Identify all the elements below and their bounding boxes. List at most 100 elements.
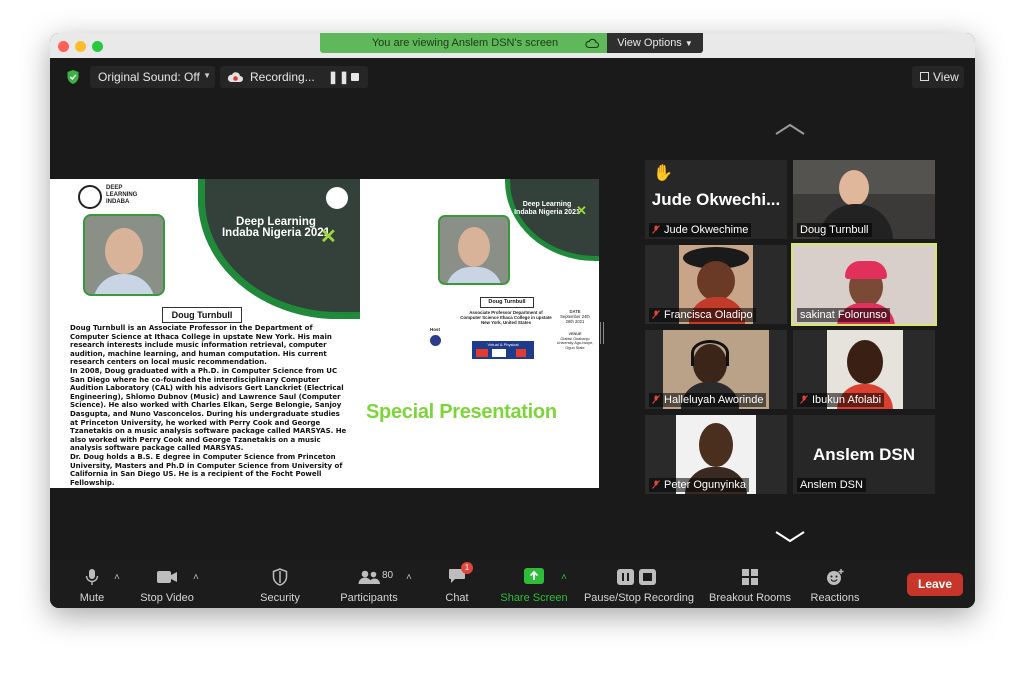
event-date: DATE September 24th 26th 2021: [558, 309, 592, 324]
chevron-down-icon[interactable]: [774, 531, 806, 543]
participant-tile[interactable]: Ibukun Afolabi: [793, 330, 935, 409]
meeting-toolbar: Mute ˄ Stop Video ˄ Security 80 Particip…: [50, 560, 975, 608]
platform-badges: Virtual & Physical: [472, 341, 534, 359]
view-button[interactable]: View: [912, 66, 964, 88]
speaker-name-label: Doug Turnbull: [162, 307, 242, 323]
shield-check-icon[interactable]: [66, 69, 80, 85]
split-divider-handle[interactable]: [600, 322, 604, 344]
stop-icon: [639, 569, 656, 585]
speaker-photo-small: [438, 215, 510, 285]
date-value: September 24th 26th 2021: [560, 314, 590, 324]
participant-tile[interactable]: Francisca Oladipo: [645, 245, 787, 324]
bio-paragraph: In 2008, Doug graduated with a Ph.D. in …: [70, 366, 347, 453]
breakout-rooms-icon: [742, 569, 758, 585]
breakout-rooms-label: Breakout Rooms: [709, 592, 791, 604]
pause-stop-recording-button[interactable]: Pause/Stop Recording: [581, 560, 697, 608]
zoom-logo-icon: [492, 349, 506, 357]
participants-button[interactable]: 80 Participants: [334, 560, 404, 608]
event-title-small: Deep Learning Indaba Nigeria 2021: [514, 201, 580, 216]
recording-label: Recording...: [250, 70, 315, 84]
venue-value: Olabisi Onabanjo University Ago-Iwoye, O…: [556, 336, 594, 350]
participant-tile-active-speaker[interactable]: sakinat Folorunso: [791, 243, 937, 326]
mute-label: Mute: [79, 592, 105, 604]
zoom-window-button[interactable]: [92, 41, 103, 52]
participant-tile[interactable]: Halleluyah Aworinde: [645, 330, 787, 409]
participant-name: Peter Ogunyinka: [649, 478, 749, 492]
chevron-up-icon[interactable]: ˄: [114, 572, 120, 583]
view-options-label: View Options: [617, 37, 682, 49]
participant-name: Francisca Oladipo: [649, 308, 756, 322]
view-options-button[interactable]: View Options ▼: [607, 33, 703, 53]
banner-text: You are viewing Anslem DSN's screen: [371, 37, 559, 49]
x-mark-icon: ✕: [576, 203, 587, 218]
mic-muted-icon: [652, 225, 660, 234]
mode-label: Virtual & Physical: [487, 342, 519, 347]
participant-name-text: Peter Ogunyinka: [664, 479, 746, 491]
stop-video-button[interactable]: Stop Video: [136, 560, 198, 608]
cloud-record-icon: [227, 72, 243, 82]
participant-tile[interactable]: Anslem DSN Anslem DSN: [793, 415, 935, 494]
close-window-button[interactable]: [58, 41, 69, 52]
reactions-button[interactable]: Reactions: [805, 560, 865, 608]
participant-tile[interactable]: Doug Turnbull: [793, 160, 935, 239]
original-sound-label: Original Sound: Off: [98, 70, 200, 84]
mic-muted-icon: [652, 395, 660, 404]
mic-muted-icon: [652, 310, 660, 319]
share-screen-button[interactable]: Share Screen: [498, 560, 570, 608]
recording-indicator: Recording... ❚❚: [220, 66, 368, 88]
participant-name-text: sakinat Folorunso: [800, 309, 887, 321]
reactions-label: Reactions: [810, 592, 860, 604]
speaker-bio: Doug Turnbull is an Associate Professor …: [70, 324, 350, 487]
speaker-photo: [83, 214, 165, 296]
participant-video: [839, 170, 869, 206]
minimize-window-button[interactable]: [75, 41, 86, 52]
participant-name-text: Anslem DSN: [800, 479, 863, 491]
share-screen-label: Share Screen: [500, 592, 568, 604]
chevron-down-icon: ▼: [684, 39, 693, 48]
chat-label: Chat: [445, 592, 469, 604]
chevron-up-icon[interactable]: ˄: [406, 572, 412, 583]
microphone-icon: [85, 569, 99, 585]
chevron-up-icon[interactable]: ˄: [561, 572, 567, 583]
bio-paragraph: Dr. Doug holds a B.S. E degree in Comput…: [70, 452, 343, 487]
screen-share-banner: You are viewing Anslem DSN's screen View…: [320, 33, 703, 53]
layout-icon: [920, 72, 929, 81]
breakout-rooms-button[interactable]: Breakout Rooms: [705, 560, 795, 608]
indaba-logo-text: DEEP LEARNING INDABA: [106, 185, 138, 205]
participant-name-text: Halleluyah Aworinde: [664, 394, 764, 406]
security-label: Security: [260, 592, 300, 604]
pause-icon: [617, 569, 634, 585]
mute-button[interactable]: Mute: [72, 560, 112, 608]
reactions-smiley-icon: [827, 569, 844, 585]
slide-dark-banner: [505, 179, 599, 261]
pause-icon[interactable]: ❚❚: [328, 70, 350, 84]
shared-slide-left: DEEP LEARNING INDABA Deep Learning Indab…: [50, 179, 360, 488]
leave-button[interactable]: Leave: [907, 573, 963, 596]
security-button[interactable]: Security: [250, 560, 310, 608]
participant-name: Halleluyah Aworinde: [649, 393, 767, 407]
participant-display-name: Anslem DSN: [812, 445, 916, 464]
participants-icon: [358, 570, 380, 584]
chevron-up-icon[interactable]: ˄: [193, 572, 199, 583]
chevron-up-icon[interactable]: [774, 123, 806, 135]
bio-paragraph: Doug Turnbull is an Associate Professor …: [70, 324, 332, 367]
event-title: Deep Learning Indaba Nigeria 2021: [221, 216, 331, 239]
host-label: Host: [430, 327, 440, 332]
share-screen-icon: [524, 568, 544, 584]
video-camera-icon: [157, 571, 177, 583]
participant-name: sakinat Folorunso: [797, 308, 890, 322]
original-sound-button[interactable]: Original Sound: Off ▼: [90, 66, 215, 88]
indaba-logo-small-icon: [326, 187, 348, 209]
participant-tile[interactable]: Peter Ogunyinka: [645, 415, 787, 494]
participant-name: Anslem DSN: [797, 478, 866, 492]
shared-slide-right: Deep Learning Indaba Nigeria 2021 ✕ Doug…: [360, 179, 599, 488]
mic-muted-icon: [652, 480, 660, 489]
chat-button[interactable]: 1 Chat: [435, 560, 479, 608]
participant-display-name: Jude Okwechi...: [651, 190, 781, 209]
stop-icon[interactable]: [351, 73, 359, 81]
participant-tile[interactable]: ✋ Jude Okwechi... Jude Okwechime: [645, 160, 787, 239]
mic-muted-icon: [800, 395, 808, 404]
participants-count: 80: [382, 570, 394, 581]
cloud-icon: [585, 38, 599, 49]
shield-icon: [272, 568, 288, 586]
